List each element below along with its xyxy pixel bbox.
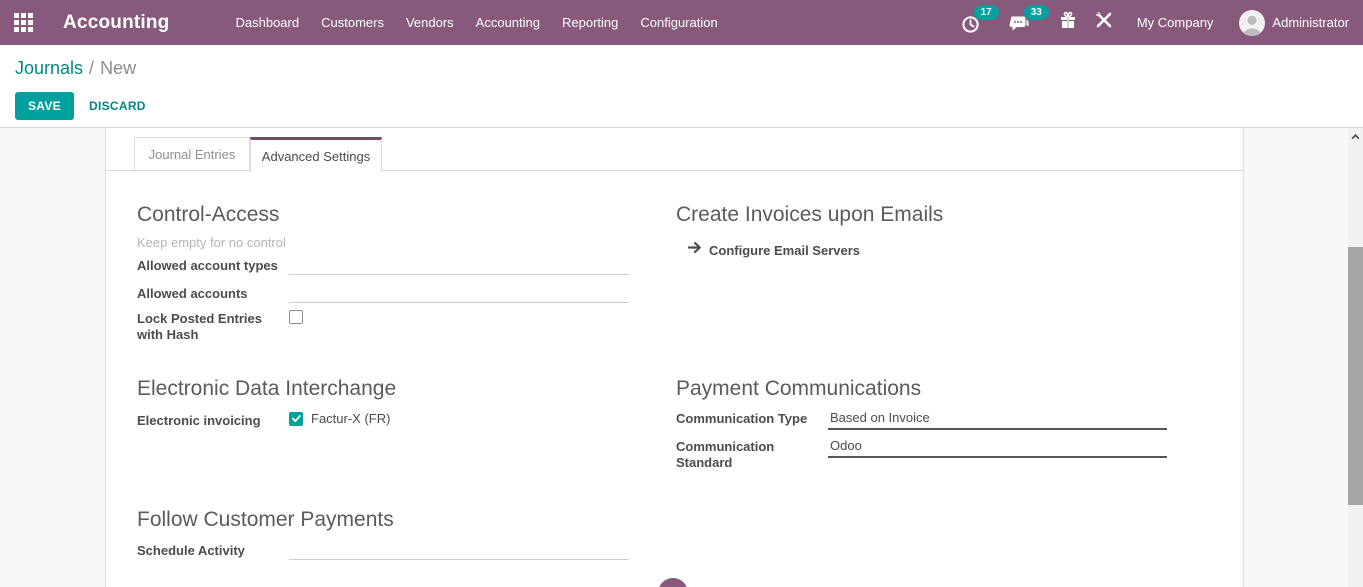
lock-posted-entries-label: Lock Posted Entries with Hash bbox=[137, 311, 270, 343]
action-buttons: SAVE DISCARD bbox=[15, 92, 146, 120]
field-row-communication-type: Communication Type Based on Invoice bbox=[676, 409, 1167, 431]
apps-menu-button[interactable] bbox=[0, 13, 47, 32]
top-navbar: Accounting Dashboard Customers Vendors A… bbox=[0, 0, 1363, 45]
main-menu: Dashboard Customers Vendors Accounting R… bbox=[225, 0, 729, 45]
content-area: Journal Entries Advanced Settings Contro… bbox=[0, 128, 1363, 587]
section-title-payment-communications: Payment Communications bbox=[676, 377, 921, 401]
tab-journal-entries[interactable]: Journal Entries bbox=[134, 137, 250, 171]
avatar bbox=[1239, 10, 1265, 36]
menu-configuration[interactable]: Configuration bbox=[629, 0, 728, 45]
tools-button[interactable] bbox=[1095, 11, 1113, 34]
user-name: Administrator bbox=[1272, 15, 1349, 30]
factur-x-label: Factur-X (FR) bbox=[311, 411, 390, 426]
breadcrumb-journals[interactable]: Journals bbox=[15, 58, 83, 78]
schedule-activity-label: Schedule Activity bbox=[137, 543, 307, 559]
allowed-account-types-input[interactable] bbox=[289, 256, 629, 275]
menu-dashboard[interactable]: Dashboard bbox=[225, 0, 311, 45]
electronic-invoicing-label: Electronic invoicing bbox=[137, 413, 307, 429]
activities-button[interactable]: 17 bbox=[961, 12, 999, 34]
scrollbar-up-arrow[interactable] bbox=[1348, 128, 1363, 145]
check-icon bbox=[291, 413, 302, 424]
allowed-account-types-label: Allowed account types bbox=[137, 258, 307, 274]
apps-grid-icon bbox=[14, 13, 33, 32]
configure-email-servers-label: Configure Email Servers bbox=[709, 243, 860, 258]
gift-button[interactable] bbox=[1059, 11, 1077, 34]
section-title-control-access: Control-Access bbox=[137, 203, 279, 227]
control-panel: Journals / New SAVE DISCARD bbox=[0, 45, 1363, 128]
communication-standard-select[interactable]: Odoo bbox=[828, 437, 1167, 458]
form-sheet: Journal Entries Advanced Settings Contro… bbox=[105, 128, 1244, 587]
messages-badge: 33 bbox=[1024, 5, 1049, 20]
schedule-activity-input[interactable] bbox=[289, 541, 629, 560]
communication-type-select[interactable]: Based on Invoice bbox=[828, 409, 1167, 430]
topbar-right: 17 33 My Company Administrator bbox=[961, 10, 1363, 36]
field-row-communication-standard: Communication Standard Odoo bbox=[676, 437, 1167, 477]
configure-email-servers-link[interactable]: Configure Email Servers bbox=[688, 241, 860, 259]
scrollbar-thumb[interactable] bbox=[1348, 247, 1363, 505]
field-row-allowed-accounts: Allowed accounts bbox=[137, 284, 629, 306]
arrow-right-icon bbox=[688, 241, 702, 259]
menu-accounting[interactable]: Accounting bbox=[465, 0, 551, 45]
gift-icon bbox=[1059, 11, 1077, 34]
breadcrumb: Journals / New bbox=[15, 58, 136, 79]
control-access-help: Keep empty for no control bbox=[137, 235, 286, 250]
field-row-lock-posted-entries: Lock Posted Entries with Hash bbox=[137, 309, 629, 351]
save-button[interactable]: SAVE bbox=[15, 92, 74, 120]
vertical-scrollbar[interactable] bbox=[1348, 128, 1363, 587]
tools-icon bbox=[1095, 11, 1113, 34]
notebook-tabs: Journal Entries Advanced Settings bbox=[106, 128, 1243, 171]
messages-button[interactable]: 33 bbox=[1009, 12, 1049, 33]
activities-badge: 17 bbox=[974, 5, 999, 20]
menu-customers[interactable]: Customers bbox=[310, 0, 395, 45]
section-title-follow-customer-payments: Follow Customer Payments bbox=[137, 508, 394, 532]
communication-standard-label: Communication Standard bbox=[676, 439, 809, 471]
breadcrumb-separator: / bbox=[89, 58, 94, 78]
allowed-accounts-input[interactable] bbox=[289, 284, 629, 303]
tab-advanced-settings[interactable]: Advanced Settings bbox=[250, 137, 382, 172]
app-name[interactable]: Accounting bbox=[63, 12, 170, 34]
allowed-accounts-label: Allowed accounts bbox=[137, 286, 307, 302]
section-title-edi: Electronic Data Interchange bbox=[137, 377, 396, 401]
lock-posted-entries-checkbox[interactable] bbox=[289, 310, 303, 324]
breadcrumb-current: New bbox=[100, 58, 136, 78]
field-row-electronic-invoicing: Electronic invoicing Factur-X (FR) bbox=[137, 411, 629, 433]
discard-button[interactable]: DISCARD bbox=[89, 99, 146, 113]
field-row-allowed-account-types: Allowed account types bbox=[137, 256, 629, 278]
user-menu[interactable]: Administrator bbox=[1239, 10, 1349, 36]
factur-x-checkbox[interactable] bbox=[289, 412, 303, 426]
communication-type-label: Communication Type bbox=[676, 411, 846, 427]
menu-vendors[interactable]: Vendors bbox=[395, 0, 465, 45]
company-menu[interactable]: My Company bbox=[1137, 15, 1214, 30]
field-row-schedule-activity: Schedule Activity bbox=[137, 541, 629, 563]
menu-reporting[interactable]: Reporting bbox=[551, 0, 629, 45]
section-title-create-invoices: Create Invoices upon Emails bbox=[676, 203, 943, 227]
